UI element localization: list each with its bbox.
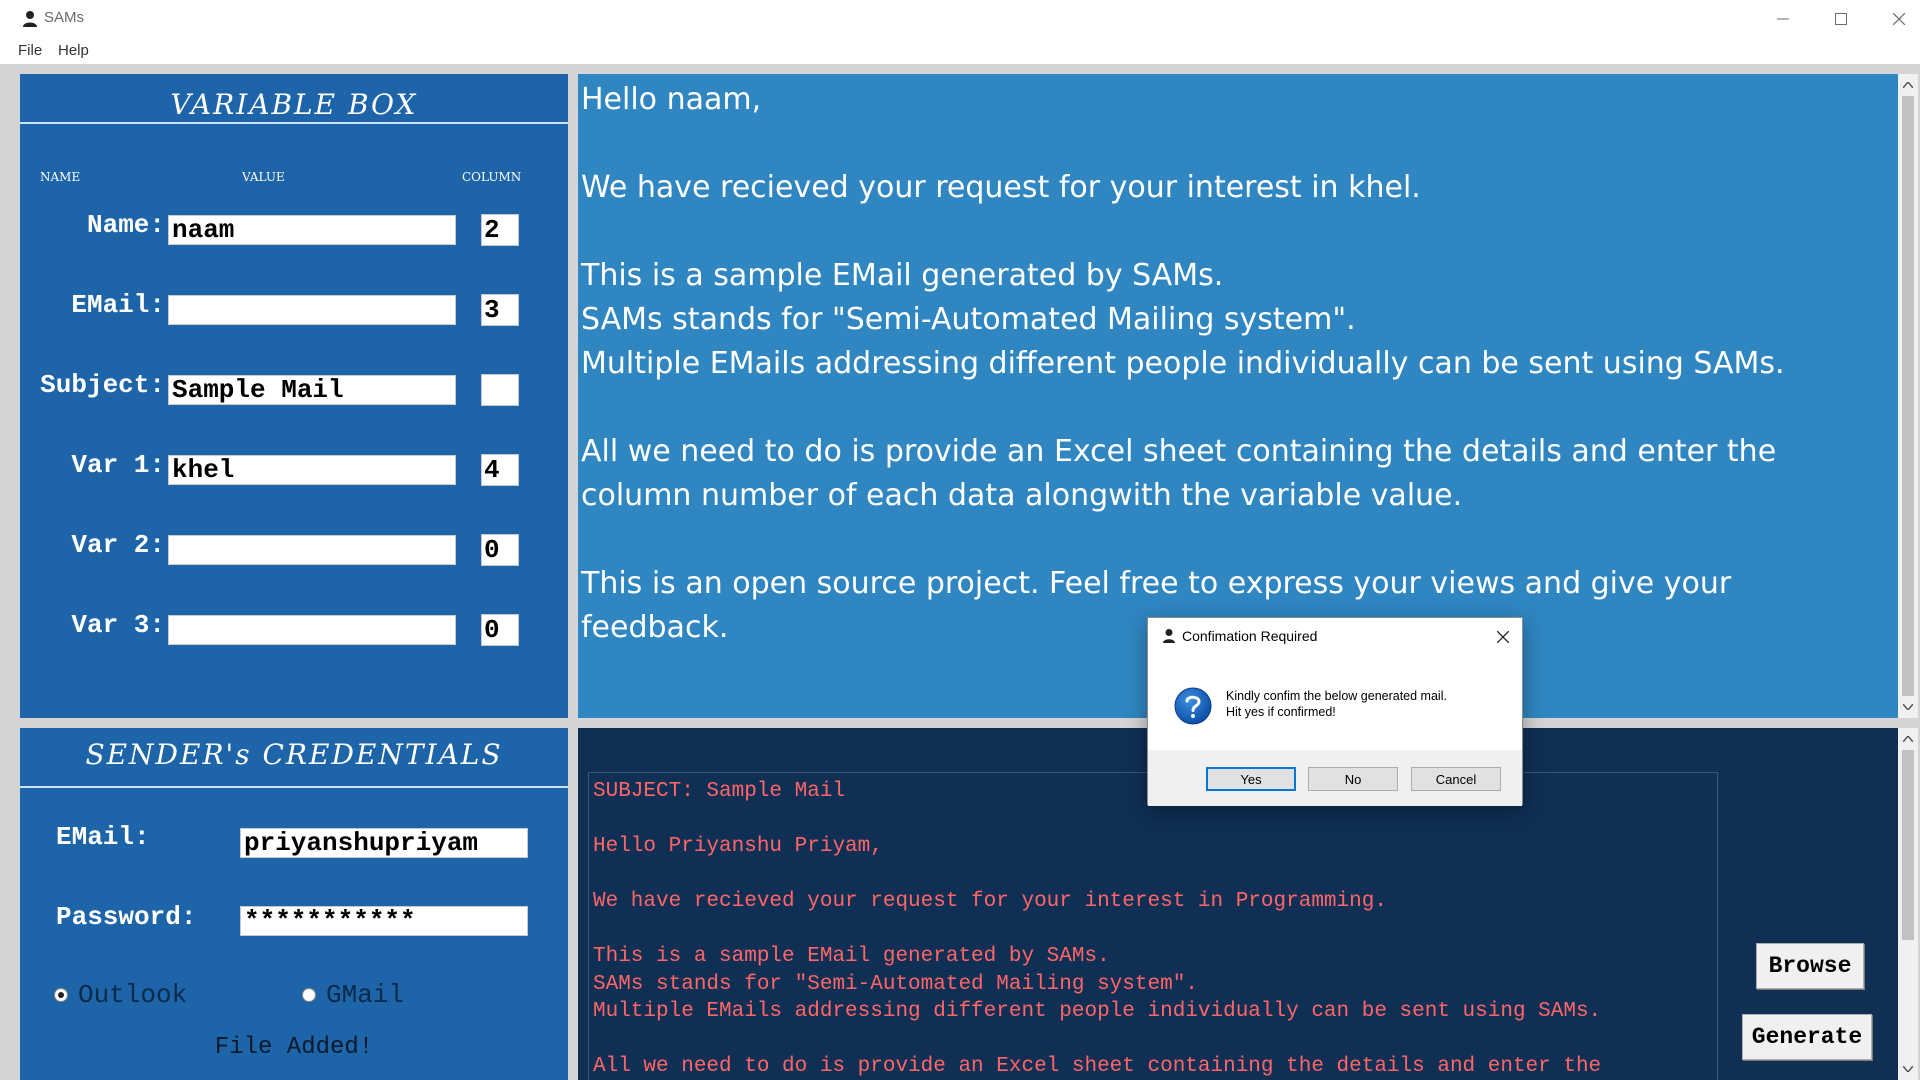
template-line: Multiple EMails addressing different peo… [581,346,1785,381]
output-line: This is a sample EMail generated by SAMs… [593,945,1110,968]
label-name: Name: [86,210,165,240]
credentials-divider [20,786,568,788]
output-line: SAMs stands for "Semi-Automated Mailing … [593,972,1198,996]
name-value-input[interactable]: naam [168,215,456,245]
header-column: COLUMN [462,170,522,184]
app-window: SAMs File Help VARIABLE BOX NAME VALUE C… [0,0,1920,1080]
dialog-title: Confimation Required [1182,628,1318,644]
variable-box-title: VARIABLE BOX [170,88,418,121]
template-line: This is an open source project. Feel fre… [581,566,1732,601]
generate-button[interactable]: Generate [1742,1014,1872,1060]
dialog-message-line: Hit yes if confirmed! [1226,705,1336,719]
template-line: This is a sample EMail generated by SAMs… [581,258,1224,293]
subject-value-input[interactable]: Sample Mail [168,375,456,405]
close-button[interactable] [1870,0,1920,38]
user-icon [1163,629,1175,643]
credentials-title: SENDER's CREDENTIALS [85,738,503,771]
var2-value-input[interactable] [168,535,456,565]
scroll-up-icon[interactable] [1898,730,1918,748]
template-line [581,518,1881,562]
output-line: Multiple EMails addressing different peo… [593,1000,1602,1023]
header-name: NAME [40,170,81,184]
user-icon [23,11,37,27]
status-message: File Added! [214,1034,374,1061]
radio-gmail-label: GMail [326,980,405,1010]
name-column-input[interactable]: 2 [481,214,519,246]
template-line: column number of each data alongwith the… [581,478,1463,513]
output-line [593,861,1713,889]
password-label: Password: [56,902,197,932]
var1-value-input[interactable]: khel [168,455,456,485]
minimize-icon [1777,18,1789,20]
sender-email-label: EMail: [56,822,150,852]
radio-gmail[interactable]: GMail [302,980,404,1010]
menu-file[interactable]: File [18,42,42,59]
output-line [593,916,1713,944]
close-icon [1893,13,1905,25]
maximize-icon [1835,13,1847,25]
label-var1: Var 1: [71,450,165,480]
label-var3: Var 3: [71,610,165,640]
template-line: Hello naam, [581,82,762,117]
template-line: All we need to do is provide an Excel sh… [581,434,1777,469]
dialog-body: Kindly confim the below generated mail. … [1148,656,1522,750]
header-value: VALUE [242,170,285,184]
radio-outlook-label: Outlook [78,980,188,1010]
cancel-button[interactable]: Cancel [1411,767,1501,791]
title-divider [20,122,568,124]
output-line [593,1026,1713,1054]
var2-column-input[interactable]: 0 [481,534,519,566]
yes-button[interactable]: Yes [1206,767,1296,791]
dialog-message-line: Kindly confim the below generated mail. [1226,689,1447,703]
menu-help[interactable]: Help [58,42,89,59]
minimize-button[interactable] [1754,0,1812,38]
template-line: SAMs stands for "Semi-Automated Mailing … [581,302,1356,337]
email-value-input[interactable] [168,295,456,325]
label-email: EMail: [71,290,165,320]
output-line: Hello Priyanshu Priyam, [593,835,883,858]
radio-button[interactable] [302,988,316,1002]
template-line: We have recieved your request for your i… [581,170,1421,205]
email-column-input[interactable]: 3 [481,294,519,326]
close-icon [1497,631,1509,643]
scroll-up-icon[interactable] [1898,76,1918,94]
confirmation-dialog: Confimation Required Kindly confim the b… [1147,617,1523,806]
browse-button[interactable]: Browse [1756,943,1864,989]
dialog-message: Kindly confim the below generated mail. … [1226,688,1447,720]
radio-button-selected[interactable] [54,988,68,1002]
output-line [593,806,1713,834]
generated-mail-text[interactable]: SUBJECT: Sample Mail Hello Priyanshu Pri… [593,778,1713,1080]
sender-email-input[interactable]: priyanshupriyam [240,828,528,858]
scroll-down-icon[interactable] [1898,698,1918,716]
dialog-close-button[interactable] [1492,626,1514,648]
scroll-down-icon[interactable] [1898,1060,1918,1078]
template-line [581,122,1881,166]
question-icon [1174,687,1212,725]
var3-column-input[interactable]: 0 [481,614,519,646]
scrollbar-thumb[interactable] [1902,96,1914,696]
radio-outlook[interactable]: Outlook [54,980,187,1010]
output-scrollbar[interactable] [1898,728,1918,1080]
label-subject: Subject: [40,370,165,400]
output-line: We have recieved your request for your i… [593,890,1387,913]
maximize-button[interactable] [1812,0,1870,38]
var3-value-input[interactable] [168,615,456,645]
mail-template-text[interactable]: Hello naam, We have recieved your reques… [581,78,1881,650]
subject-column-input[interactable] [481,374,519,406]
scrollbar-thumb[interactable] [1902,750,1914,940]
output-line: All we need to do is provide an Excel sh… [593,1055,1602,1078]
no-button[interactable]: No [1308,767,1398,791]
var1-column-input[interactable]: 4 [481,454,519,486]
menu-bar: File Help [0,38,1920,64]
dialog-footer: Yes No Cancel [1148,750,1522,806]
title-bar: SAMs [0,0,1920,38]
template-line [581,386,1881,430]
password-input[interactable]: *********** [240,906,528,936]
variable-box-panel: VARIABLE BOX NAME VALUE COLUMN Name: naa… [20,74,568,718]
template-scrollbar[interactable] [1898,74,1918,718]
template-line [581,210,1881,254]
sender-credentials-panel: SENDER's CREDENTIALS EMail: priyanshupri… [20,728,568,1080]
window-title: SAMs [44,9,85,26]
label-var2: Var 2: [71,530,165,560]
